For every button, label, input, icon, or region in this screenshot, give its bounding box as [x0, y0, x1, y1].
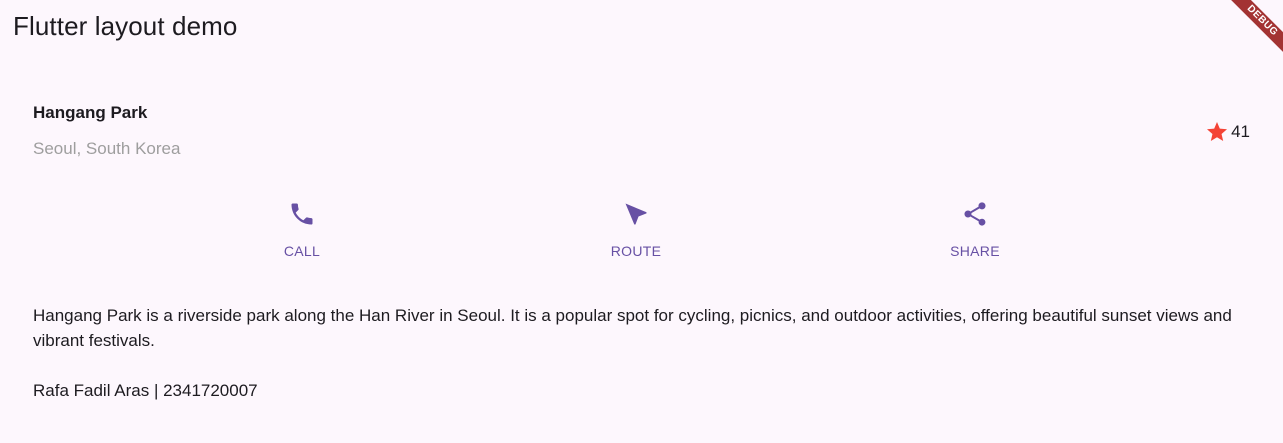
phone-icon — [291, 203, 313, 225]
title-section: Hangang Park Seoul, South Korea 41 — [33, 100, 1250, 166]
rating: 41 — [1205, 120, 1250, 144]
description-text: Hangang Park is a riverside park along t… — [33, 306, 1232, 350]
star-icon — [1207, 122, 1228, 141]
debug-banner-label: DEBUG — [1225, 0, 1283, 58]
page-title: Flutter layout demo — [13, 11, 238, 41]
rating-count: 41 — [1231, 122, 1250, 141]
button-section: CALL ROUTE SHARE — [0, 200, 1283, 266]
route-button-label: ROUTE — [610, 243, 662, 259]
debug-banner: DEBUG — [1223, 0, 1283, 60]
navigation-icon — [625, 203, 647, 225]
description-section: Hangang Park is a riverside park along t… — [33, 303, 1250, 403]
share-icon — [964, 202, 986, 226]
app-bar: Flutter layout demo DEBUG — [0, 0, 1283, 58]
place-name: Hangang Park — [33, 103, 148, 122]
author-text: Rafa Fadil Aras | 2341720007 — [33, 381, 258, 400]
share-button-label: SHARE — [950, 243, 1000, 259]
place-location: Seoul, South Korea — [33, 139, 181, 158]
call-button-label: CALL — [283, 243, 321, 259]
share-button[interactable]: SHARE — [915, 200, 1035, 259]
route-button[interactable]: ROUTE — [576, 200, 696, 259]
call-button[interactable]: CALL — [242, 200, 362, 259]
app-window: Flutter layout demo DEBUG Hangang Park S… — [0, 0, 1283, 443]
